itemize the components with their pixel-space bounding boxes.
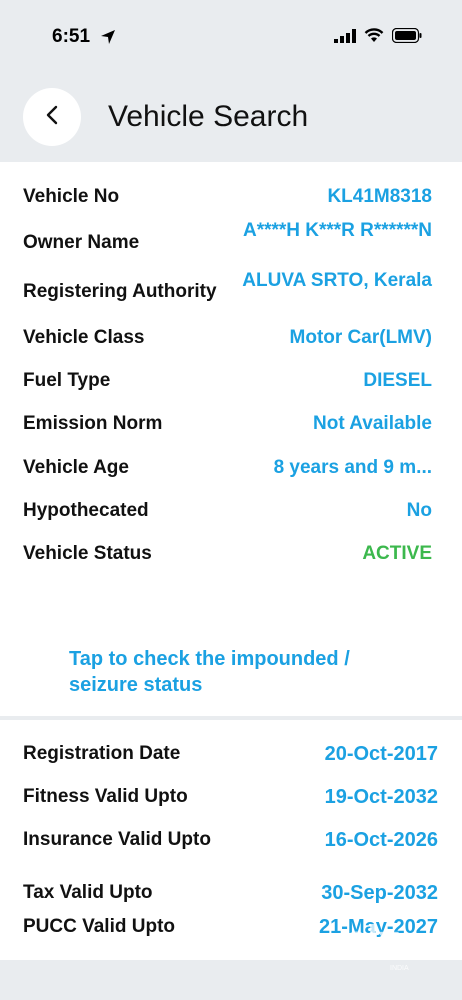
detail-value: ALUVA SRTO, Kerala: [242, 270, 432, 291]
detail-value: No: [406, 500, 432, 521]
validity-label: Registration Date: [23, 743, 181, 764]
detail-value: A****H K***R R******N: [242, 220, 432, 241]
page-title: Vehicle Search: [108, 100, 309, 133]
olx-watermark-subtext: INDIA: [390, 965, 409, 972]
status-icons: [334, 27, 422, 48]
validity-label: Fitness Valid Upto: [23, 786, 188, 807]
validity-value: 30-Sep-2032: [321, 882, 438, 904]
detail-label: Vehicle Status: [23, 543, 152, 564]
validity-label: PUCC Valid Upto: [23, 916, 176, 937]
status-badge: ACTIVE: [362, 543, 432, 564]
location-arrow-icon: [100, 29, 116, 50]
status-bar: 6:51: [0, 0, 462, 70]
detail-label: Vehicle No: [23, 186, 120, 207]
detail-label: Hypothecated: [23, 500, 149, 521]
detail-label: Vehicle Class: [23, 327, 145, 348]
detail-value: DIESEL: [363, 370, 432, 391]
detail-value: KL41M8318: [327, 186, 432, 207]
battery-icon: [391, 27, 422, 48]
detail-label: Owner Name: [23, 232, 140, 253]
wifi-icon: [364, 28, 384, 48]
validity-value: 19-Oct-2032: [324, 786, 438, 808]
detail-value: 8 years and 9 m...: [273, 457, 432, 478]
vehicle-details-card: Vehicle No KL41M8318 Owner Name A****H K…: [0, 162, 462, 716]
detail-value: Not Available: [313, 413, 432, 434]
detail-label: Fuel Type: [23, 370, 111, 391]
status-time: 6:51: [52, 26, 91, 47]
validity-label: Tax Valid Upto: [23, 882, 153, 903]
header: Vehicle Search: [0, 78, 462, 160]
validity-value: 16-Oct-2026: [324, 829, 438, 851]
detail-label: Emission Norm: [23, 413, 163, 434]
validity-value: 20-Oct-2017: [324, 743, 438, 765]
detail-label: Vehicle Age: [23, 457, 129, 478]
olx-watermark-logo: olx: [344, 918, 400, 962]
impound-status-link[interactable]: Tap to check the impounded / seizure sta…: [69, 646, 409, 698]
detail-label: Registering Authority: [23, 281, 217, 302]
validity-label: Insurance Valid Upto: [23, 829, 211, 850]
back-button[interactable]: [23, 88, 81, 146]
detail-value: Motor Car(LMV): [289, 327, 432, 348]
cellular-signal-icon: [334, 28, 356, 48]
chevron-left-icon: [45, 105, 59, 130]
